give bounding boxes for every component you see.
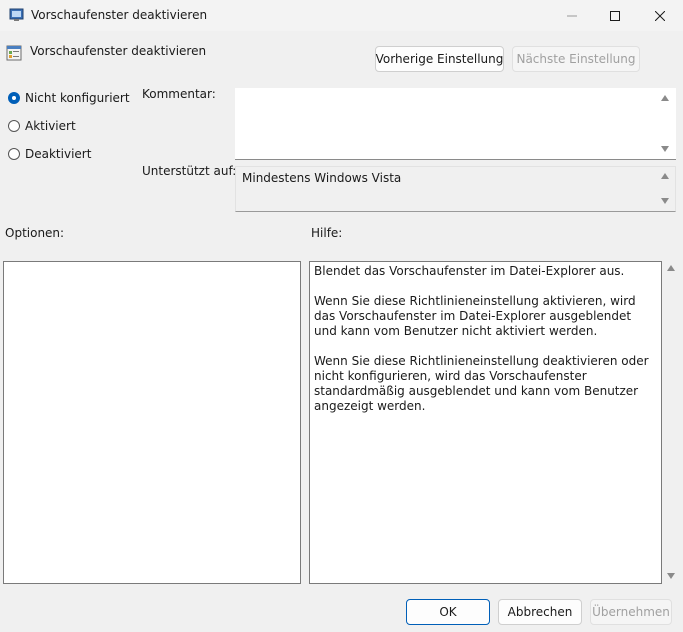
help-paragraph: Wenn Sie diese Richtlinieneinstellung ak… xyxy=(314,294,636,338)
policy-title: Vorschaufenster deaktivieren xyxy=(30,44,207,58)
options-label: Optionen: xyxy=(5,226,65,240)
ok-button[interactable]: OK xyxy=(406,599,490,625)
comment-textarea[interactable] xyxy=(235,88,676,160)
radio-label: Deaktiviert xyxy=(25,147,92,161)
chevron-down-icon[interactable] xyxy=(661,198,669,204)
radio-label: Nicht konfiguriert xyxy=(25,91,130,105)
next-setting-button[interactable]: Nächste Einstellung xyxy=(512,46,640,72)
group-policy-window-icon xyxy=(9,8,25,22)
comment-label: Kommentar: xyxy=(142,87,216,101)
close-button[interactable] xyxy=(637,0,683,31)
options-pane xyxy=(3,261,301,584)
supported-on-value: Mindestens Windows Vista xyxy=(242,171,402,185)
radio-enabled[interactable]: Aktiviert xyxy=(8,119,76,133)
cancel-button[interactable]: Abbrechen xyxy=(498,599,582,625)
title-bar: Vorschaufenster deaktivieren xyxy=(0,0,683,31)
maximize-button[interactable] xyxy=(592,0,638,31)
previous-setting-button[interactable]: Vorherige Einstellung xyxy=(375,46,504,72)
chevron-up-icon[interactable] xyxy=(661,173,669,179)
minimize-button[interactable] xyxy=(549,0,595,31)
supported-on-label: Unterstützt auf: xyxy=(142,164,237,178)
close-icon xyxy=(655,10,665,21)
supported-on-field: Mindestens Windows Vista xyxy=(235,166,676,212)
radio-disabled[interactable]: Deaktiviert xyxy=(8,147,91,161)
chevron-up-icon[interactable] xyxy=(667,265,675,271)
chevron-down-icon[interactable] xyxy=(667,573,675,579)
help-label: Hilfe: xyxy=(311,226,343,240)
radio-indicator[interactable] xyxy=(8,92,20,104)
radio-label: Aktiviert xyxy=(25,119,76,133)
radio-not-configured[interactable]: Nicht konfiguriert xyxy=(8,91,130,105)
radio-indicator[interactable] xyxy=(8,120,20,132)
help-pane: Blendet das Vorschaufenster im Datei-Exp… xyxy=(309,261,662,584)
help-paragraph: Blendet das Vorschaufenster im Datei-Exp… xyxy=(314,264,625,278)
apply-button[interactable]: Übernehmen xyxy=(590,599,672,625)
chevron-up-icon[interactable] xyxy=(661,95,669,101)
help-paragraph: Wenn Sie diese Richtlinieneinstellung de… xyxy=(314,354,649,413)
window-title: Vorschaufenster deaktivieren xyxy=(31,8,208,22)
chevron-down-icon[interactable] xyxy=(661,146,669,152)
policy-setting-icon xyxy=(6,45,22,61)
radio-indicator[interactable] xyxy=(8,148,20,160)
maximize-icon xyxy=(610,10,620,21)
minimize-icon xyxy=(567,15,577,16)
